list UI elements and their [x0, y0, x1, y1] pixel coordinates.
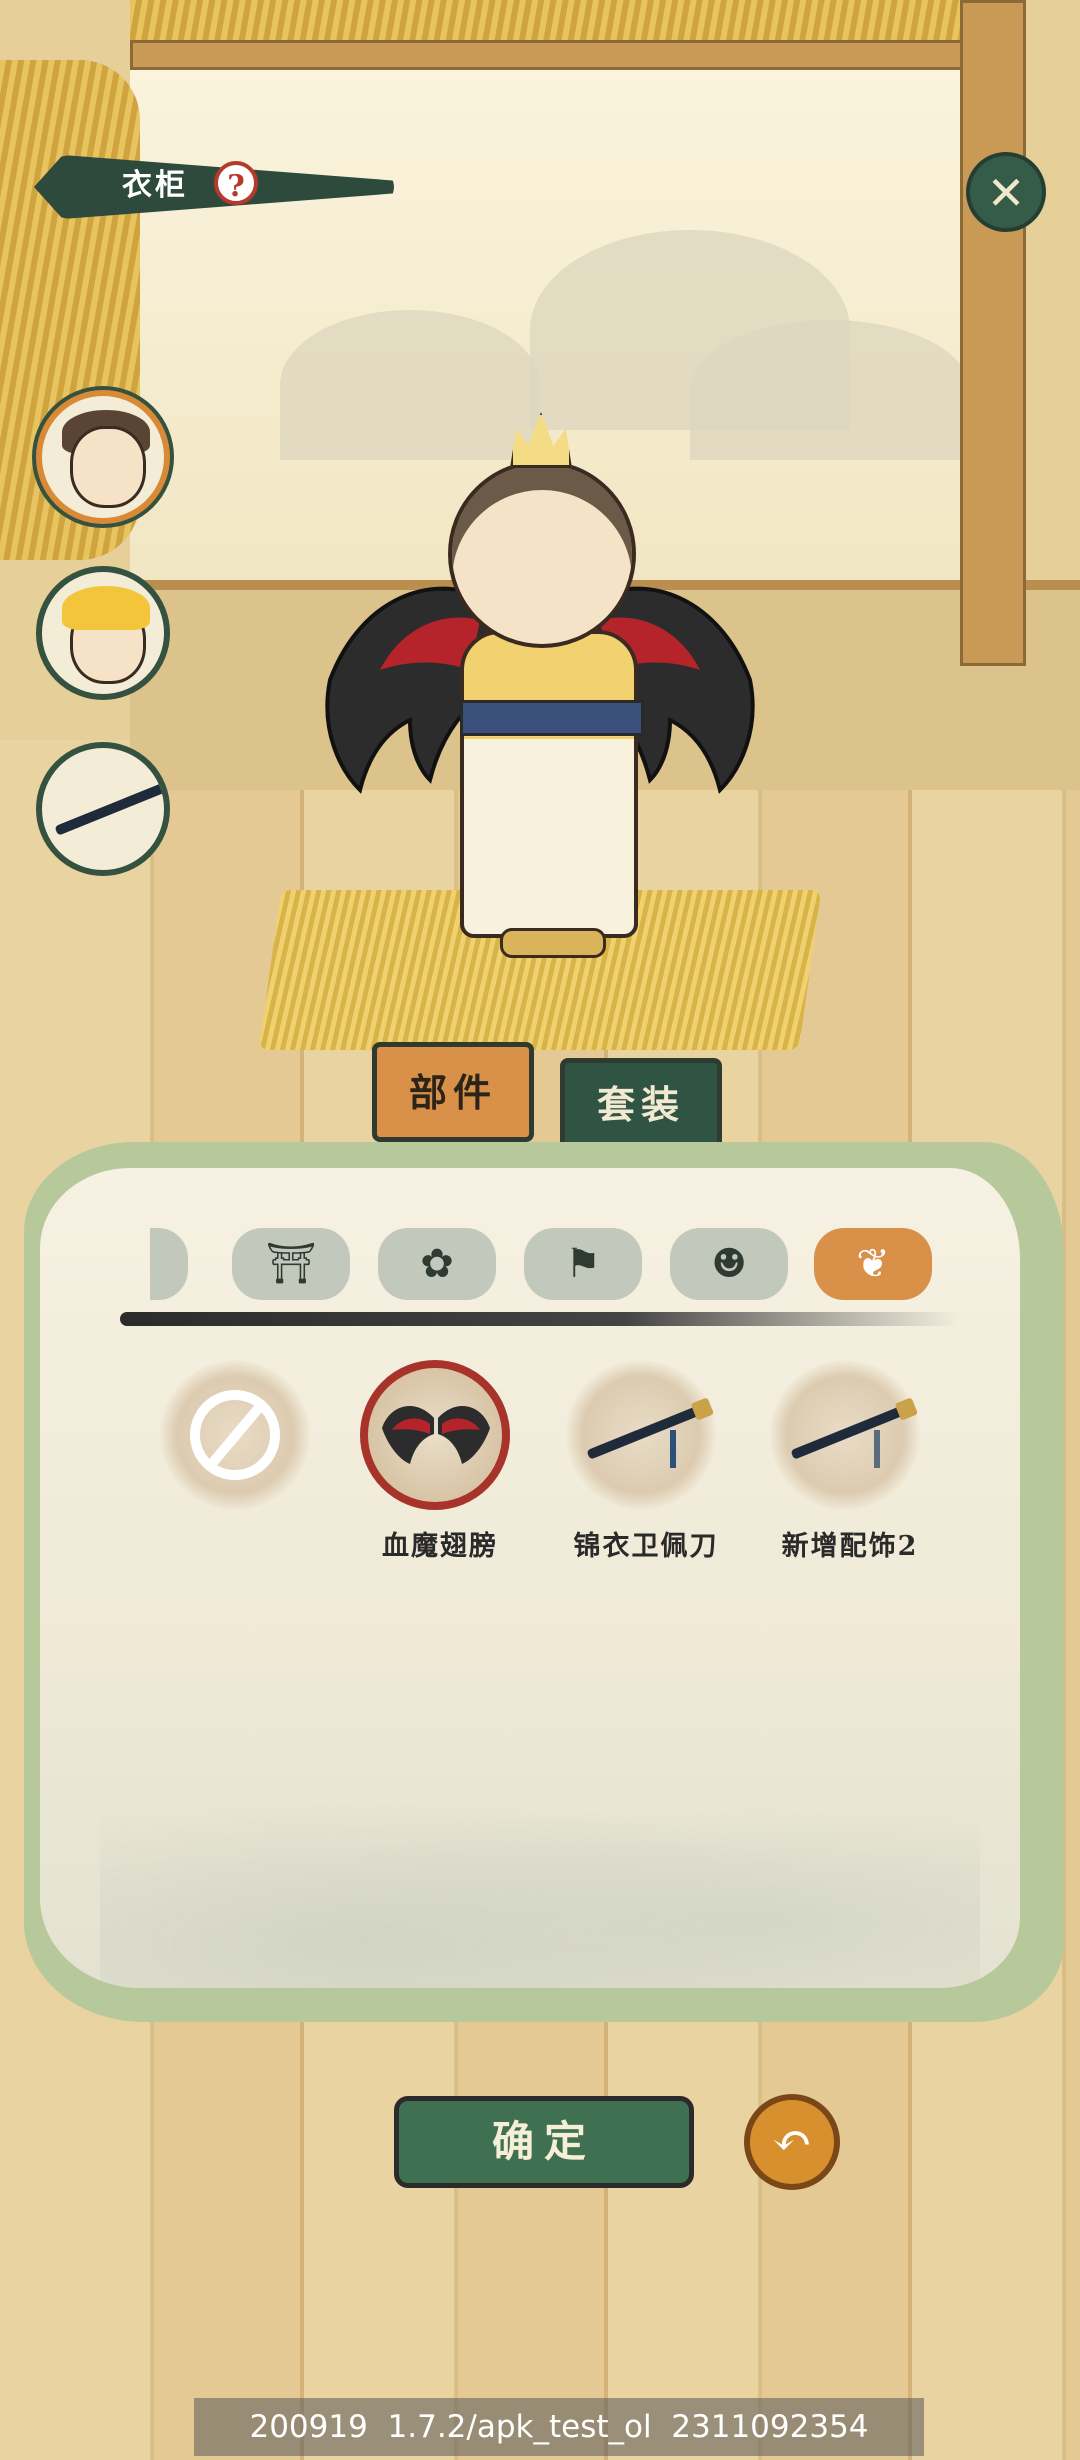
sword-icon	[54, 782, 164, 836]
undo-arrow-icon[interactable]: ↶	[744, 2094, 840, 2190]
character-crown	[510, 412, 572, 468]
page-title: 衣柜	[122, 168, 188, 203]
confirm-button[interactable]: 确定	[394, 2096, 694, 2188]
category-partial-icon[interactable]: ◗	[150, 1228, 188, 1300]
character-feet	[500, 928, 606, 958]
item-slot	[770, 1360, 920, 1510]
category-bar: ◗ ⛩ ✿ ⚑ ☻ ❦	[150, 1228, 950, 1302]
tassel-icon	[670, 1430, 676, 1468]
category-face-icon[interactable]: ☻	[670, 1228, 788, 1300]
tab-suits[interactable]: 套装	[560, 1058, 722, 1150]
avatar-hair	[62, 586, 150, 630]
item-label: 锦衣卫佩刀	[573, 1531, 719, 1562]
tab-parts[interactable]: 部件	[372, 1042, 534, 1142]
roof-beam	[130, 40, 1006, 70]
item-label: 血魔翅膀	[382, 1531, 498, 1562]
wings-icon	[382, 1405, 490, 1464]
none-icon	[190, 1390, 280, 1480]
brush-divider	[120, 1312, 960, 1326]
item-embroidered-guard-sword[interactable]: 锦衣卫佩刀	[566, 1360, 726, 1563]
character-avatar-1[interactable]	[36, 390, 170, 524]
sword-icon	[790, 1406, 904, 1460]
close-button[interactable]: ✕	[966, 152, 1046, 232]
category-robe-icon[interactable]: ⛩	[232, 1228, 350, 1300]
sword-icon	[586, 1406, 700, 1460]
character-head	[448, 460, 636, 648]
item-slot	[566, 1360, 716, 1510]
category-cloth-icon[interactable]: ⚑	[524, 1228, 642, 1300]
tassel-icon	[874, 1430, 880, 1468]
item-slot-selected	[360, 1360, 510, 1510]
item-label: 新增配饰2	[781, 1531, 919, 1562]
category-wing-icon[interactable]: ❦	[814, 1228, 932, 1300]
item-slot	[160, 1360, 310, 1510]
character-belt	[460, 700, 644, 736]
avatar-face	[70, 426, 146, 508]
weapon-avatar[interactable]	[36, 742, 170, 876]
mist-decoration	[100, 1768, 980, 1988]
item-new-accessory-2[interactable]: 新增配饰2	[770, 1360, 930, 1563]
version-info: 200919 1.7.2/apk_test_ol 2311092354	[194, 2398, 924, 2456]
item-blood-demon-wings[interactable]: 血魔翅膀	[360, 1360, 520, 1563]
item-none[interactable]	[160, 1360, 320, 1510]
character-avatar-2[interactable]	[36, 566, 170, 700]
character-robe	[460, 630, 638, 938]
player-character	[320, 400, 760, 1000]
right-pillar	[960, 0, 1026, 666]
question-mark-icon[interactable]: ?	[214, 161, 258, 205]
category-flower-icon[interactable]: ✿	[378, 1228, 496, 1300]
